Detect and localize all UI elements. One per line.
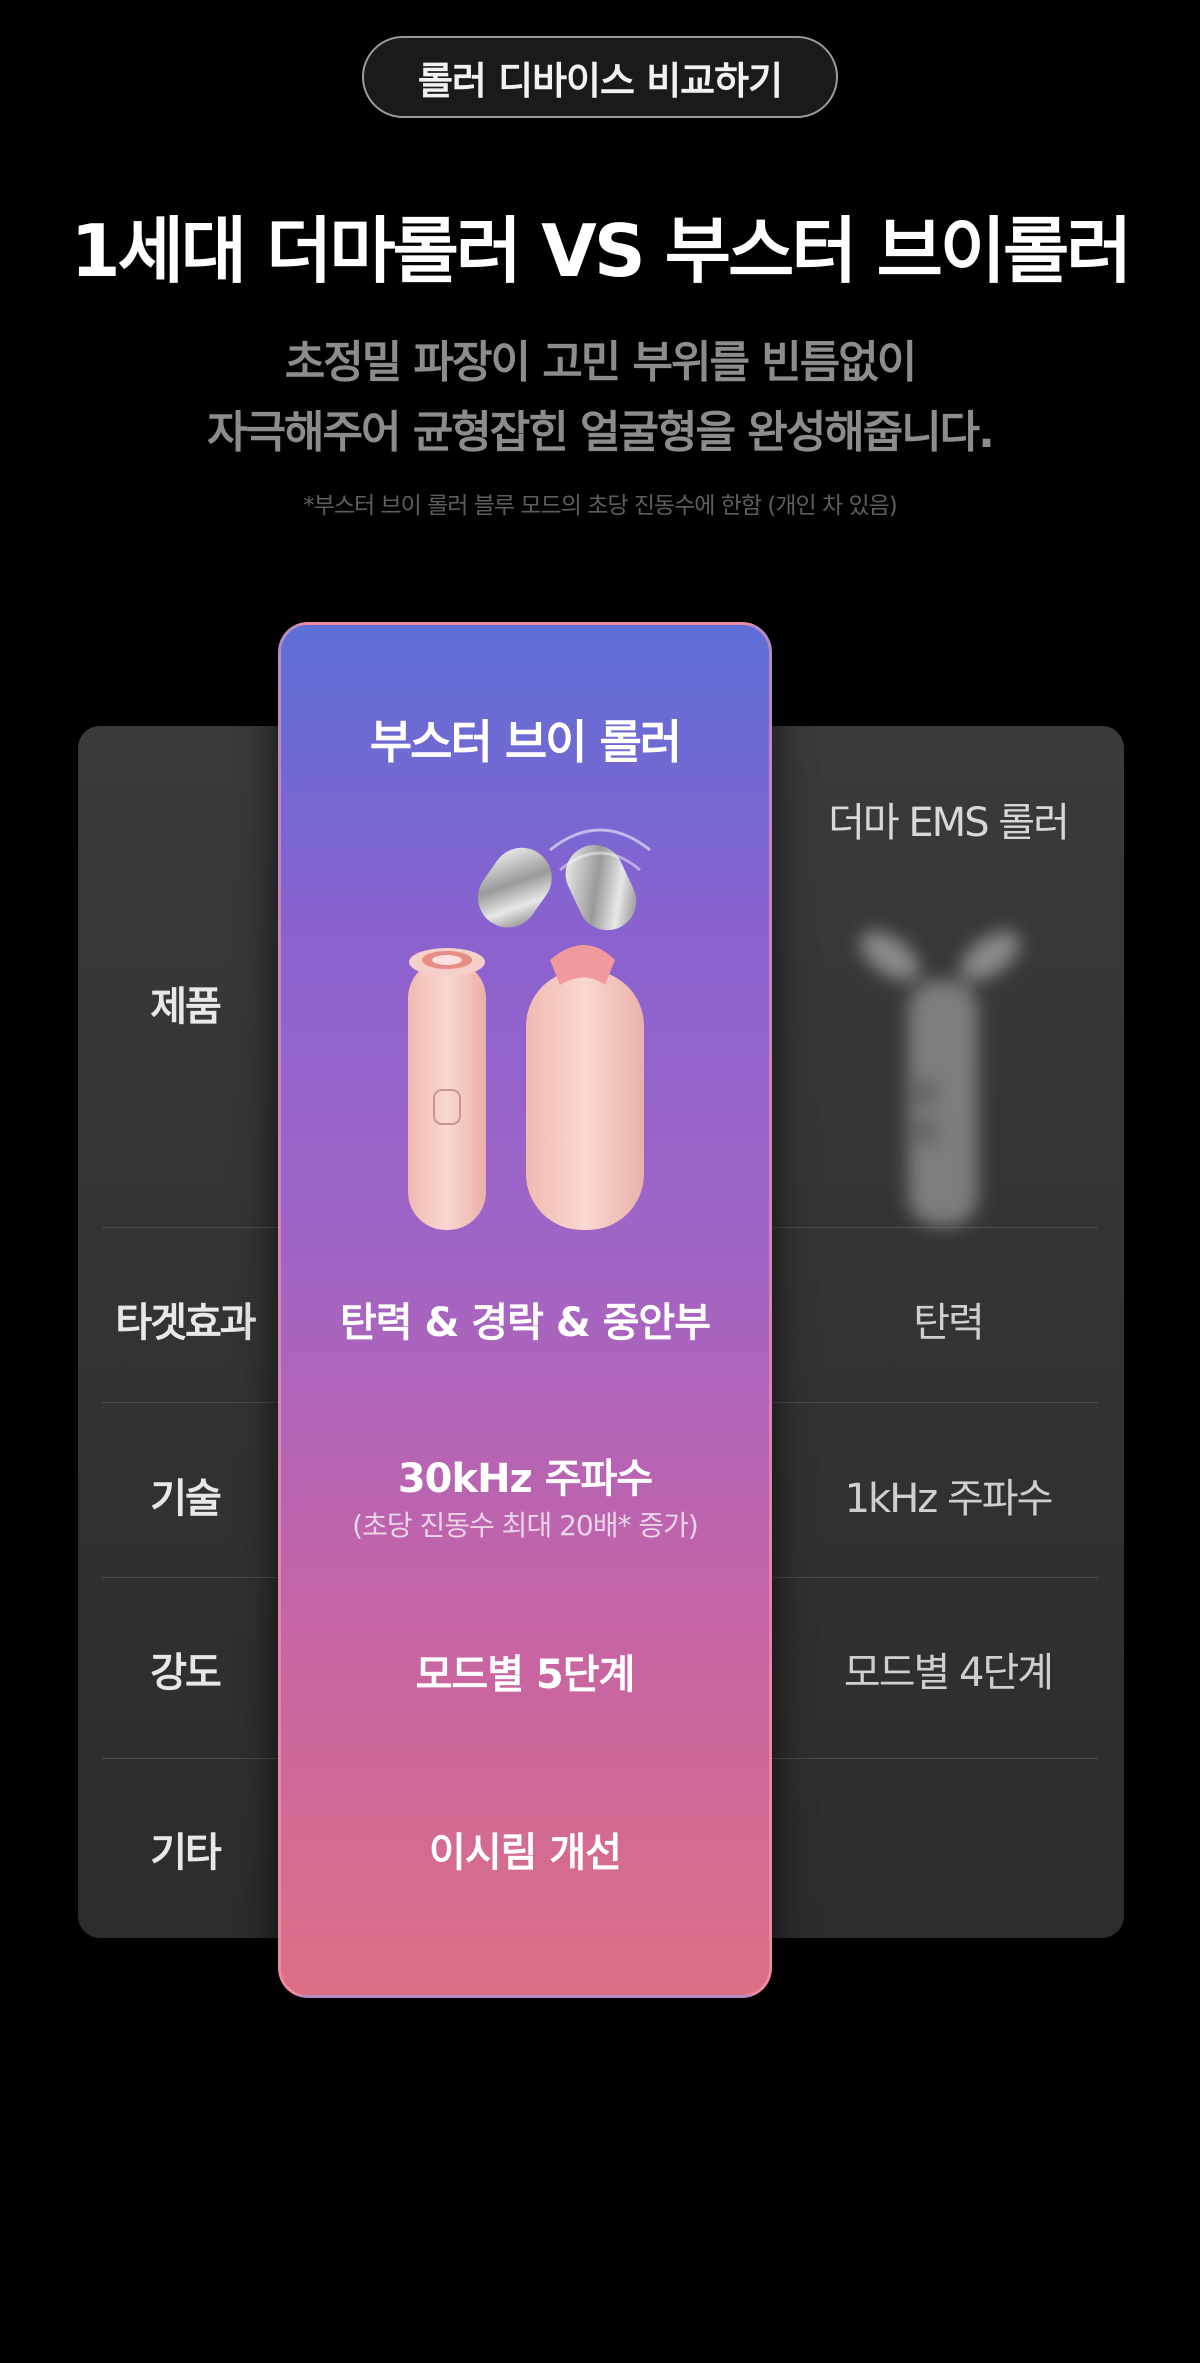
- footnote: *부스터 브이 롤러 블루 모드의 초당 진동수에 한함 (개인 차 있음): [303, 493, 898, 519]
- other-target: 탄력: [913, 1300, 985, 1346]
- row-label-product: 제품: [150, 984, 222, 1030]
- page-title: 1세대 더마롤러 VS 부스터 브이롤러: [70, 209, 1132, 293]
- featured-intensity: 모드별 5단계: [415, 1652, 636, 1698]
- subtitle-line-2: 자극해주어 균형잡힌 얼굴형을 완성해줍니다.: [207, 407, 995, 458]
- row-label-intensity: 강도: [150, 1650, 222, 1696]
- featured-target: 탄력 & 경락 & 중안부: [339, 1300, 711, 1346]
- other-product-name: 더마 EMS 롤러: [828, 800, 1070, 846]
- featured-tech-note: (초당 진동수 최대 20배* 증가): [352, 1509, 699, 1542]
- other-tech: 1kHz 주파수: [844, 1476, 1054, 1522]
- subtitle-line-1: 초정밀 파장이 고민 부위를 빈틈없이: [284, 337, 917, 388]
- row-label-target: 타겟효과: [115, 1300, 256, 1346]
- featured-etc: 이시림 개선: [429, 1830, 622, 1876]
- derma-ems-roller-image: [860, 931, 1020, 1226]
- row-label-other: 기타: [150, 1830, 222, 1876]
- row-label-tech: 기술: [150, 1476, 222, 1522]
- booster-v-roller-image: [408, 828, 651, 1230]
- featured-tech: 30kHz 주파수: [397, 1456, 653, 1502]
- compare-devices-pill: 롤러 디바이스 비교하기: [362, 36, 838, 118]
- other-intensity: 모드별 4단계: [843, 1650, 1054, 1696]
- featured-product-name: 부스터 브이 롤러: [369, 715, 682, 769]
